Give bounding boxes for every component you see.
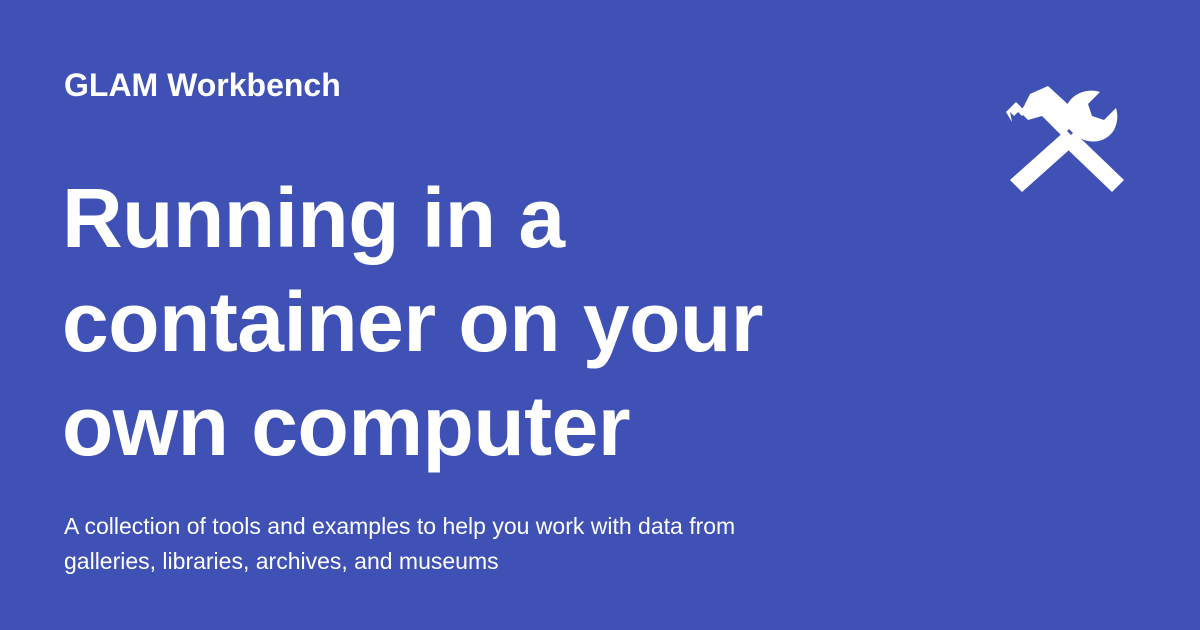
title-line: Running in a [62,171,565,265]
hammer-claw [1006,102,1026,122]
site-description: A collection of tools and examples to he… [64,509,824,579]
description-line: galleries, libraries, archives, and muse… [64,548,499,574]
description-line: A collection of tools and examples to he… [64,513,736,539]
site-name: GLAM Workbench [64,67,341,103]
tools-icon [1006,86,1124,192]
social-card: GLAM Workbench Running in a container on… [0,0,1200,630]
page-title: Running in a container on your own compu… [62,166,822,478]
title-line: own computer [62,379,631,473]
title-line: container on your [62,275,763,369]
